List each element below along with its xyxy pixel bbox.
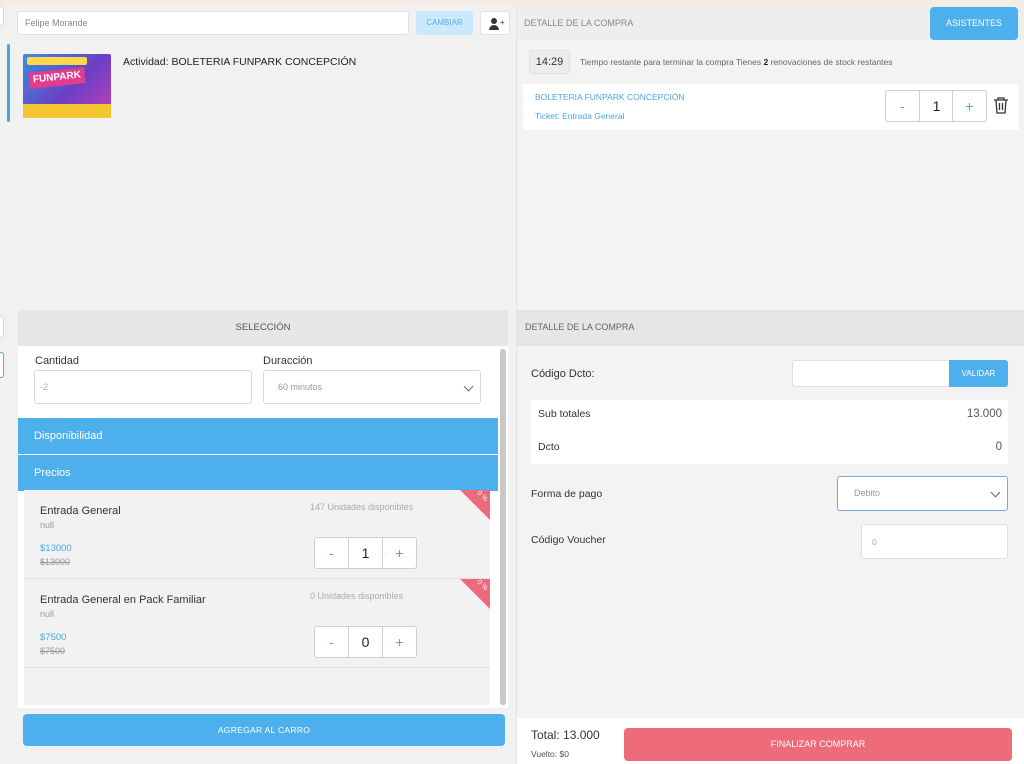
activity-thumbnail: FUNPARK xyxy=(23,54,111,118)
price-current: $13000 xyxy=(40,543,72,554)
asistentes-button[interactable]: ASISTENTES xyxy=(930,7,1018,40)
price-old: $7500 xyxy=(40,646,66,656)
totals-box: Sub totales 13.000 Dcto 0 xyxy=(531,400,1008,464)
price-item-name: Entrada General xyxy=(40,505,121,517)
decrement-button[interactable]: - xyxy=(315,538,349,568)
payment-method-label: Forma de pago xyxy=(531,488,603,500)
discount-label: Dcto xyxy=(538,441,560,453)
left-margin xyxy=(0,6,10,764)
cart-item-ticket[interactable]: Ticket: Entrada General xyxy=(535,111,624,121)
cart-quantity-value[interactable]: 1 xyxy=(920,91,953,121)
timer-description: Tiempo restante para terminar la compra … xyxy=(580,57,893,67)
voucher-input[interactable]: 0 xyxy=(861,524,1008,559)
timer-row: 14:29 Tiempo restante para terminar la c… xyxy=(517,44,1024,80)
purchase-summary-title: DETALLE DE LA COMPRA xyxy=(525,322,635,332)
purchase-summary-header: DETALLE DE LA COMPRA xyxy=(517,310,1024,346)
collapsed-panel-edge xyxy=(0,352,4,378)
subtotal-value: 13.000 xyxy=(966,408,1002,420)
finalize-purchase-button[interactable]: FINALIZAR COMPRAR xyxy=(624,728,1012,761)
increment-button[interactable]: + xyxy=(382,627,416,657)
activity-row[interactable]: FUNPARK Actividad: BOLETERIA FUNPARK CON… xyxy=(10,42,516,308)
price-current: $7500 xyxy=(40,632,67,643)
price-item-name: Entrada General en Pack Familiar xyxy=(40,594,206,606)
price-item: 0 % Entrada General null $13000 $13000 1… xyxy=(24,490,490,579)
accordion-disponibilidad[interactable]: Disponibilidad xyxy=(18,418,498,454)
chevron-down-icon xyxy=(990,487,1001,498)
duracion-select[interactable]: 60 minutos xyxy=(263,370,481,404)
pos-page: Felipe Morande CAMBIAR + FUNPARK Activid… xyxy=(0,0,1024,764)
timer-text-start: Tiempo restante para terminar la compra … xyxy=(580,57,762,67)
decrement-button[interactable]: - xyxy=(315,627,349,657)
duracion-value: 60 minutos xyxy=(278,382,323,392)
cart-decrement-button[interactable]: - xyxy=(886,91,920,121)
cart-item-name[interactable]: BOLETERIA FUNPARK CONCEPCIÓN xyxy=(535,92,685,102)
change-display: Vuelto: $0 xyxy=(531,749,569,759)
total-value: 13.000 xyxy=(563,728,600,742)
activity-title: Actividad: BOLETERIA FUNPARK CONCEPCIÓN xyxy=(123,56,357,68)
trash-icon[interactable] xyxy=(993,96,1009,114)
purchase-summary-body: Código Dcto: VALIDAR Sub totales 13.000 … xyxy=(517,346,1024,718)
accordion-precios[interactable]: Precios xyxy=(18,455,498,491)
quantity-value[interactable]: 1 xyxy=(349,538,382,568)
price-item: 0 % Entrada General en Pack Familiar nul… xyxy=(24,579,490,668)
add-to-cart-button[interactable]: AGREGAR AL CARRO xyxy=(23,714,505,746)
price-item-sub: null xyxy=(40,609,55,619)
discount-value: 0 xyxy=(995,441,1002,453)
availability-text: 147 Unidades disponibles xyxy=(310,502,414,512)
discount-code-label: Código Dcto: xyxy=(531,368,595,380)
validate-button[interactable]: VALIDAR xyxy=(949,360,1008,387)
collapsed-panel-edge xyxy=(0,316,4,338)
voucher-label: Código Voucher xyxy=(531,534,606,546)
cantidad-label: Cantidad xyxy=(35,355,80,367)
countdown-timer: 14:29 xyxy=(529,50,570,74)
scrollbar-thumb[interactable] xyxy=(500,349,506,705)
cart-quantity-stepper: - 1 + xyxy=(885,90,987,122)
change-value: $0 xyxy=(559,749,569,759)
timer-text-end: renovaciones de stock restantes xyxy=(770,57,893,67)
total-label: Total: xyxy=(531,728,560,742)
subtotal-label: Sub totales xyxy=(538,408,591,420)
duracion-label: Duracción xyxy=(263,355,313,367)
renewals-count: 2 xyxy=(763,57,769,67)
cart-item: BOLETERIA FUNPARK CONCEPCIÓN Ticket: Ent… xyxy=(523,84,1019,130)
total-display: Total: 13.000 xyxy=(531,728,600,742)
cart-increment-button[interactable]: + xyxy=(952,91,986,121)
price-item-sub: null xyxy=(40,520,55,530)
availability-text: 0 Unidades disponibles xyxy=(310,591,404,601)
change-customer-button[interactable]: CAMBIAR xyxy=(416,11,473,35)
purchase-detail-title: DETALLE DE LA COMPRA xyxy=(524,18,634,28)
collapsed-panel-edge xyxy=(0,6,4,26)
quantity-stepper: - 0 + xyxy=(314,626,417,658)
price-old: $13000 xyxy=(40,557,71,567)
quantity-stepper: - 1 + xyxy=(314,537,417,569)
discount-code-input[interactable] xyxy=(792,360,950,387)
checkout-footer: Total: 13.000 Vuelto: $0 FINALIZAR COMPR… xyxy=(517,718,1024,764)
user-bar: Felipe Morande CAMBIAR + xyxy=(10,6,516,42)
price-list: 0 % Entrada General null $13000 $13000 1… xyxy=(24,490,490,705)
left-panel: Felipe Morande CAMBIAR + FUNPARK Activid… xyxy=(0,6,516,764)
chevron-down-icon xyxy=(463,381,474,392)
selection-panel: Cantidad Duracción -2 60 minutos Disponi… xyxy=(18,346,508,708)
funpark-logo: FUNPARK xyxy=(28,67,86,89)
customer-name-input[interactable]: Felipe Morande xyxy=(17,11,409,35)
purchase-detail-header: DETALLE DE LA COMPRA ASISTENTES xyxy=(517,6,1024,40)
increment-button[interactable]: + xyxy=(382,538,416,568)
cantidad-input[interactable]: -2 xyxy=(34,370,252,404)
right-panel: DETALLE DE LA COMPRA ASISTENTES 14:29 Ti… xyxy=(516,6,1024,764)
selection-header: SELECCIÓN xyxy=(18,310,508,346)
payment-method-select[interactable]: Debito xyxy=(837,476,1008,511)
payment-method-value: Debito xyxy=(854,488,881,498)
add-user-button[interactable]: + xyxy=(480,11,510,35)
quantity-value[interactable]: 0 xyxy=(349,627,382,657)
change-label: Vuelto: xyxy=(531,749,558,759)
